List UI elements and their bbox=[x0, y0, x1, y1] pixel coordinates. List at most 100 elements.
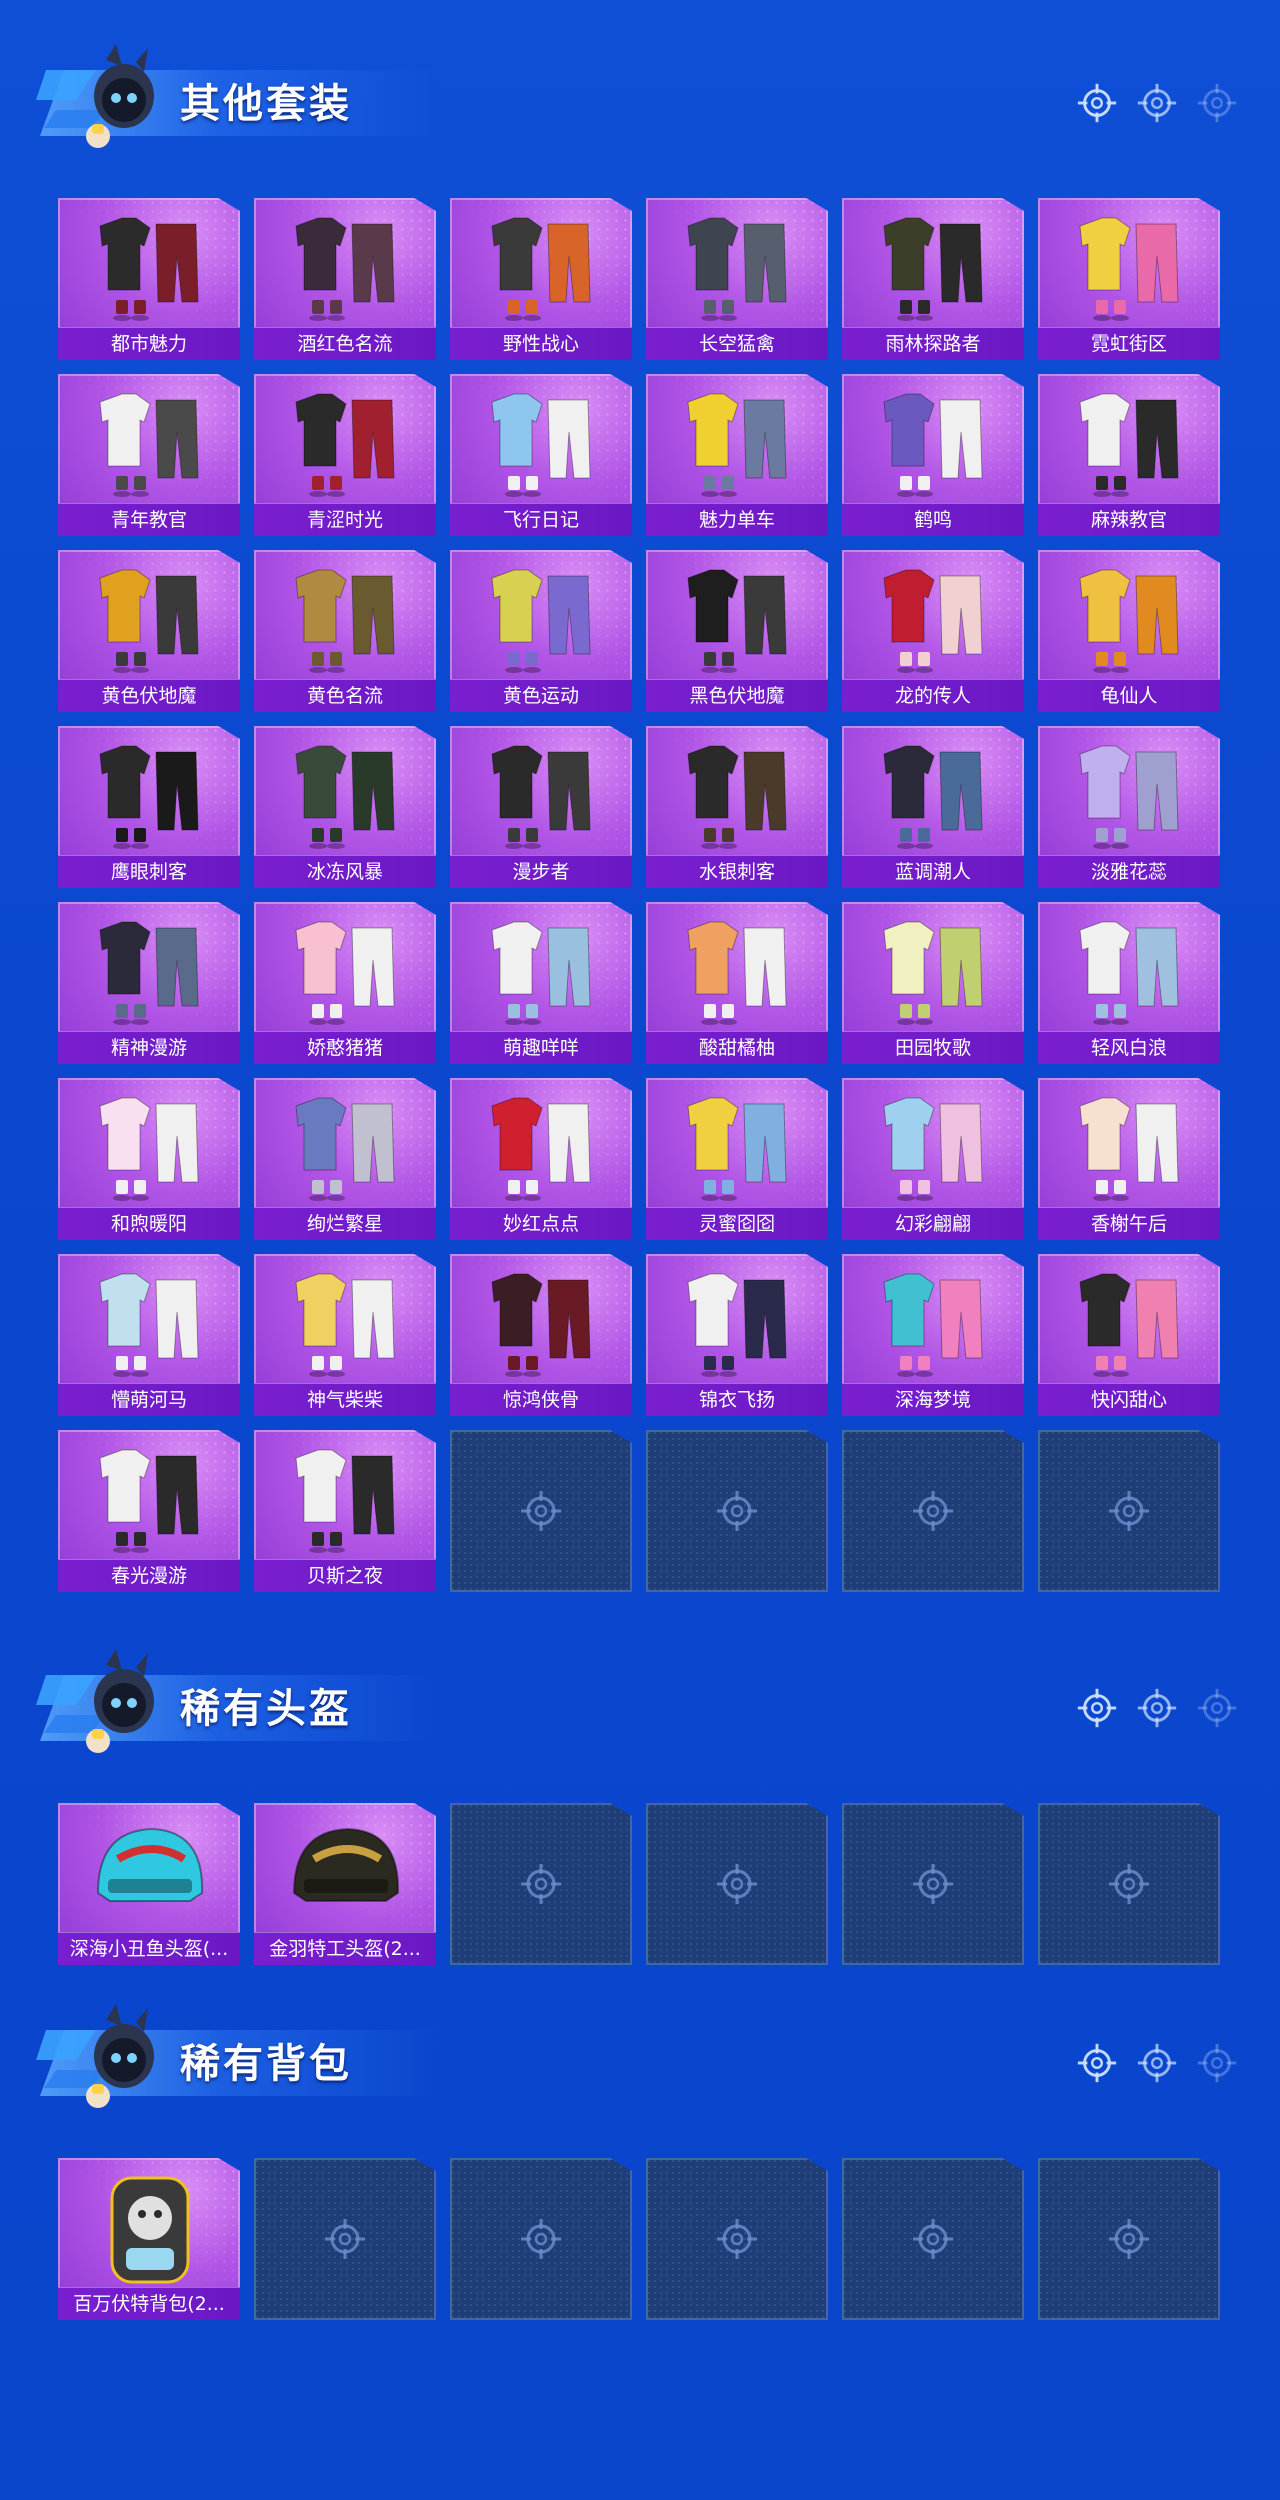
crosshair-icon bbox=[1105, 1487, 1153, 1535]
item-card[interactable]: 轻风白浪 bbox=[1038, 902, 1220, 1064]
item-name: 绚烂繁星 bbox=[254, 1207, 436, 1240]
item-card[interactable]: 萌趣咩咩 bbox=[450, 902, 632, 1064]
item-card[interactable]: 百万伏特背包(2... bbox=[58, 2158, 240, 2320]
crosshair-icon bbox=[1134, 2040, 1180, 2086]
empty-slot bbox=[646, 2158, 828, 2320]
item-card[interactable]: 水银刺客 bbox=[646, 726, 828, 888]
outfit-image bbox=[862, 556, 1004, 680]
item-card[interactable]: 青年教官 bbox=[58, 374, 240, 536]
outfit-image bbox=[666, 1084, 808, 1208]
item-card[interactable]: 龟仙人 bbox=[1038, 550, 1220, 712]
item-card[interactable]: 野性战心 bbox=[450, 198, 632, 360]
item-card[interactable]: 惊鸿侠骨 bbox=[450, 1254, 632, 1416]
item-card[interactable]: 酒红色名流 bbox=[254, 198, 436, 360]
empty-slot bbox=[646, 1430, 828, 1592]
empty-slot bbox=[1038, 2158, 1220, 2320]
item-card[interactable]: 神气柴柴 bbox=[254, 1254, 436, 1416]
item-card[interactable]: 鹤鸣 bbox=[842, 374, 1024, 536]
outfit-image bbox=[1058, 908, 1200, 1032]
item-card[interactable]: 香榭午后 bbox=[1038, 1078, 1220, 1240]
item-card[interactable]: 精神漫游 bbox=[58, 902, 240, 1064]
empty-slot bbox=[450, 1430, 632, 1592]
item-card[interactable]: 黑色伏地魔 bbox=[646, 550, 828, 712]
item-card[interactable]: 灵蜜囵囵 bbox=[646, 1078, 828, 1240]
crosshair-icon bbox=[1074, 2040, 1120, 2086]
item-name: 龟仙人 bbox=[1038, 679, 1220, 712]
item-card[interactable]: 绚烂繁星 bbox=[254, 1078, 436, 1240]
item-card[interactable]: 飞行日记 bbox=[450, 374, 632, 536]
item-card[interactable]: 懵萌河马 bbox=[58, 1254, 240, 1416]
outfit-image bbox=[666, 732, 808, 856]
outfit-image bbox=[274, 732, 416, 856]
item-card[interactable]: 娇憨猪猪 bbox=[254, 902, 436, 1064]
outfit-image bbox=[470, 556, 612, 680]
crosshair-icon bbox=[1194, 80, 1240, 126]
item-name: 惊鸿侠骨 bbox=[450, 1383, 632, 1416]
outfit-image bbox=[470, 908, 612, 1032]
item-card[interactable]: 幻彩翩翩 bbox=[842, 1078, 1024, 1240]
item-card[interactable]: 黄色名流 bbox=[254, 550, 436, 712]
item-card[interactable]: 金羽特工头盔(2... bbox=[254, 1803, 436, 1965]
crosshair-icon bbox=[1105, 2215, 1153, 2263]
item-name: 黄色运动 bbox=[450, 679, 632, 712]
item-card[interactable]: 霓虹街区 bbox=[1038, 198, 1220, 360]
item-card[interactable]: 贝斯之夜 bbox=[254, 1430, 436, 1592]
item-card[interactable]: 田园牧歌 bbox=[842, 902, 1024, 1064]
item-card[interactable]: 长空猛禽 bbox=[646, 198, 828, 360]
item-name: 酸甜橘柚 bbox=[646, 1031, 828, 1064]
item-name: 麻辣教官 bbox=[1038, 503, 1220, 536]
item-card[interactable]: 春光漫游 bbox=[58, 1430, 240, 1592]
outfit-image bbox=[470, 1260, 612, 1384]
item-card[interactable]: 雨林探路者 bbox=[842, 198, 1024, 360]
outfit-image bbox=[78, 204, 220, 328]
item-card[interactable]: 鹰眼刺客 bbox=[58, 726, 240, 888]
outfit-image bbox=[862, 1084, 1004, 1208]
item-card[interactable]: 深海梦境 bbox=[842, 1254, 1024, 1416]
outfit-image bbox=[1058, 732, 1200, 856]
item-card[interactable]: 魅力单车 bbox=[646, 374, 828, 536]
crosshair-icon bbox=[517, 2215, 565, 2263]
backpack-image bbox=[78, 2164, 220, 2288]
section-header: 稀有头盔 bbox=[0, 1645, 1280, 1785]
outfit-image bbox=[666, 908, 808, 1032]
item-card[interactable]: 锦衣飞扬 bbox=[646, 1254, 828, 1416]
item-name: 贝斯之夜 bbox=[254, 1559, 436, 1592]
item-name: 神气柴柴 bbox=[254, 1383, 436, 1416]
item-card[interactable]: 冰冻风暴 bbox=[254, 726, 436, 888]
outfit-image bbox=[274, 556, 416, 680]
crosshair-icon bbox=[713, 1487, 761, 1535]
item-name: 黄色名流 bbox=[254, 679, 436, 712]
item-card[interactable]: 龙的传人 bbox=[842, 550, 1024, 712]
empty-slot bbox=[842, 1803, 1024, 1965]
item-name: 青年教官 bbox=[58, 503, 240, 536]
item-name: 漫步者 bbox=[450, 855, 632, 888]
item-card[interactable]: 和煦暖阳 bbox=[58, 1078, 240, 1240]
item-card[interactable]: 麻辣教官 bbox=[1038, 374, 1220, 536]
item-card[interactable]: 黄色伏地魔 bbox=[58, 550, 240, 712]
item-name: 雨林探路者 bbox=[842, 327, 1024, 360]
helmet-image bbox=[274, 1809, 416, 1933]
outfit-image bbox=[274, 908, 416, 1032]
item-name: 和煦暖阳 bbox=[58, 1207, 240, 1240]
item-card[interactable]: 淡雅花蕊 bbox=[1038, 726, 1220, 888]
section-title: 稀有头盔 bbox=[180, 1686, 352, 1732]
item-card[interactable]: 妙红点点 bbox=[450, 1078, 632, 1240]
item-name: 青涩时光 bbox=[254, 503, 436, 536]
outfit-image bbox=[1058, 1084, 1200, 1208]
item-name: 深海梦境 bbox=[842, 1383, 1024, 1416]
item-card[interactable]: 深海小丑鱼头盔(... bbox=[58, 1803, 240, 1965]
item-name: 懵萌河马 bbox=[58, 1383, 240, 1416]
outfit-image bbox=[274, 204, 416, 328]
item-card[interactable]: 黄色运动 bbox=[450, 550, 632, 712]
item-card[interactable]: 都市魅力 bbox=[58, 198, 240, 360]
item-card[interactable]: 漫步者 bbox=[450, 726, 632, 888]
item-card[interactable]: 蓝调潮人 bbox=[842, 726, 1024, 888]
item-card[interactable]: 青涩时光 bbox=[254, 374, 436, 536]
outfit-image bbox=[78, 1084, 220, 1208]
outfit-image bbox=[78, 556, 220, 680]
item-card[interactable]: 快闪甜心 bbox=[1038, 1254, 1220, 1416]
item-name: 鹤鸣 bbox=[842, 503, 1024, 536]
item-name: 萌趣咩咩 bbox=[450, 1031, 632, 1064]
outfit-image bbox=[1058, 380, 1200, 504]
item-card[interactable]: 酸甜橘柚 bbox=[646, 902, 828, 1064]
